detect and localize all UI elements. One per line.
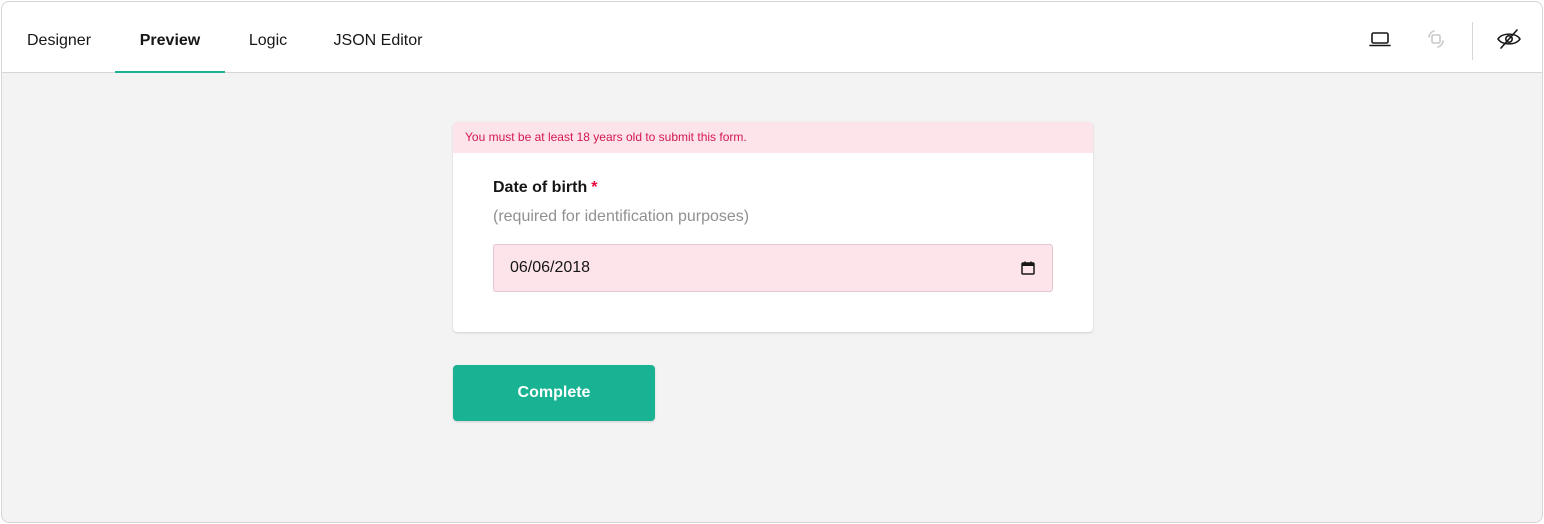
orientation-icon [1428,30,1444,48]
date-of-birth-input[interactable]: 06/06/2018 [493,244,1053,292]
complete-button[interactable]: Complete [453,365,655,421]
top-tab-bar: Designer Preview Logic JSON Editor [2,2,1542,73]
tab-logic[interactable]: Logic [242,2,294,72]
device-laptop-button[interactable] [1365,24,1395,54]
question-title: Date of birth * [493,179,597,197]
tab-json-editor[interactable]: JSON Editor [332,2,424,72]
calendar-icon[interactable] [1020,260,1036,276]
question-title-text: Date of birth [493,179,588,196]
tab-designer[interactable]: Designer [24,2,94,72]
question-description: (required for identification purposes) [493,208,750,225]
tab-preview[interactable]: Preview [115,2,225,73]
device-laptop-icon [1369,32,1391,47]
hide-invisible-button[interactable] [1494,24,1524,54]
required-marker: * [591,179,598,196]
hide-invisible-icon [1497,29,1521,49]
validation-error-message: You must be at least 18 years old to sub… [453,122,1093,153]
toolbar-separator [1472,22,1473,60]
orientation-button[interactable] [1421,24,1451,54]
survey-creator-window: Designer Preview Logic JSON Editor You m… [1,1,1543,523]
date-value: 06/06/2018 [510,259,591,276]
question-card: You must be at least 18 years old to sub… [453,122,1093,332]
